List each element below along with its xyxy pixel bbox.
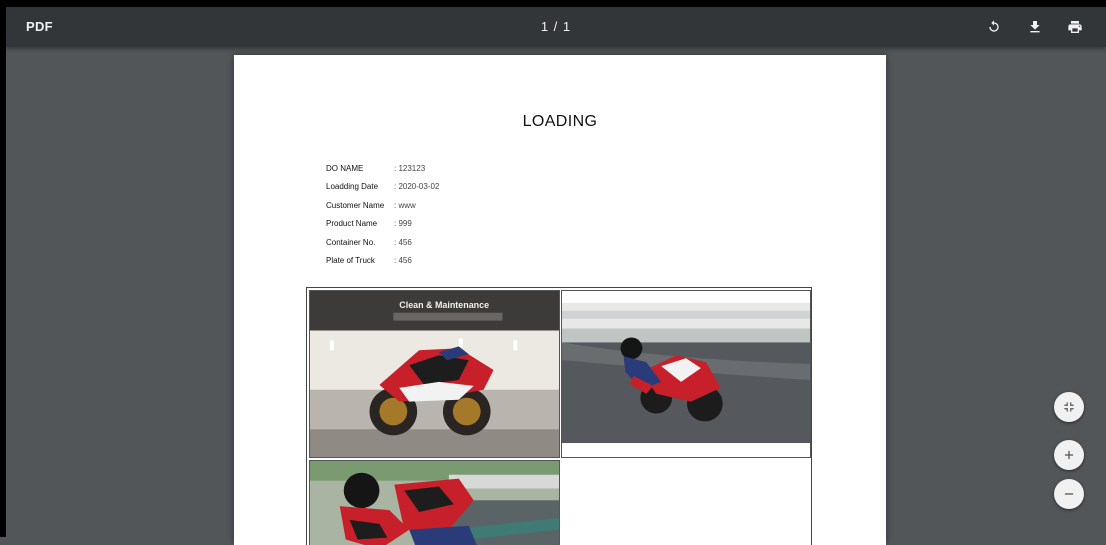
- field-label: DO NAME: [326, 163, 364, 173]
- field-row: Customer Name : www: [326, 196, 439, 215]
- window-top-edge: [0, 0, 1106, 7]
- print-button[interactable]: [1063, 15, 1087, 39]
- motorcycle-showroom-photo: Clean & Maintenance: [309, 290, 560, 458]
- field-value: : 999: [394, 219, 412, 229]
- photo-table: Clean & Maintenance: [306, 287, 812, 545]
- field-row: DO NAME : 123123: [326, 159, 439, 178]
- field-label: Container No.: [326, 237, 376, 247]
- download-button[interactable]: [1023, 15, 1047, 39]
- field-value: : 456: [394, 237, 412, 247]
- field-row: Loadding Date : 2020-03-02: [326, 178, 439, 197]
- zoom-in-button[interactable]: [1054, 440, 1084, 470]
- field-label: Product Name: [326, 219, 378, 229]
- field-value: : 123123: [394, 163, 426, 173]
- document-title: LOADING: [522, 113, 598, 130]
- pdf-viewport[interactable]: LOADING DO NAME : 123123 Loadding Date :…: [6, 47, 1106, 545]
- field-value: : 2020-03-02: [394, 182, 440, 192]
- fit-to-page-icon: [1064, 402, 1074, 412]
- plus-icon: [1064, 450, 1074, 460]
- field-row: Container No. : 456: [326, 233, 439, 252]
- field-row: Plate of Truck : 456: [326, 252, 439, 271]
- download-icon: [1030, 21, 1040, 33]
- loading-details: DO NAME : 123123 Loadding Date : 2020-03…: [326, 159, 439, 270]
- field-value: : 456: [394, 256, 412, 266]
- field-label: Customer Name: [326, 200, 385, 210]
- field-row: Product Name : 999: [326, 215, 439, 234]
- print-icon: [1068, 21, 1082, 33]
- rider-closeup-photo: [309, 460, 560, 545]
- motorcycle-track-photo: [561, 290, 811, 458]
- rotate-button[interactable]: [982, 15, 1006, 39]
- field-label: Loadding Date: [326, 182, 379, 192]
- pdf-toolbar: PDF 1 / 1: [6, 7, 1106, 47]
- rotate-icon: [989, 20, 999, 32]
- zoom-out-button[interactable]: [1054, 479, 1084, 509]
- page-indicator: 1 / 1: [540, 19, 572, 34]
- fit-to-page-button[interactable]: [1054, 392, 1084, 422]
- field-value: : www: [394, 200, 416, 210]
- banner-text: Clean & Maintenance: [399, 300, 489, 310]
- field-label: Plate of Truck: [326, 256, 375, 266]
- pdf-page: LOADING DO NAME : 123123 Loadding Date :…: [234, 55, 886, 545]
- minus-icon: [1064, 493, 1074, 495]
